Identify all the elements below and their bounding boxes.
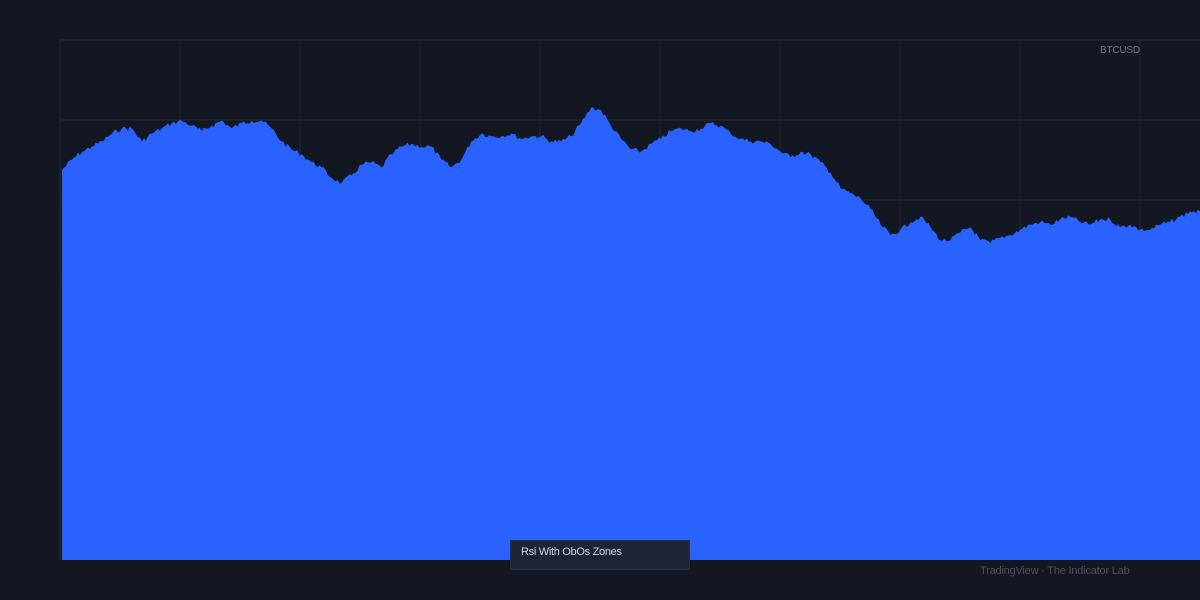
area-series-path	[62, 107, 1200, 560]
watermark-text: TradingView · The Indicator Lab	[980, 565, 1130, 577]
area-series	[62, 107, 1200, 560]
symbol-label: BTCUSD	[1100, 45, 1140, 56]
chart-canvas[interactable]	[0, 0, 1200, 600]
indicator-legend-label[interactable]: Rsi With ObOs Zones	[510, 540, 690, 570]
chart-page: BTCUSD Rsi With ObOs Zones TradingView ·…	[0, 0, 1200, 600]
